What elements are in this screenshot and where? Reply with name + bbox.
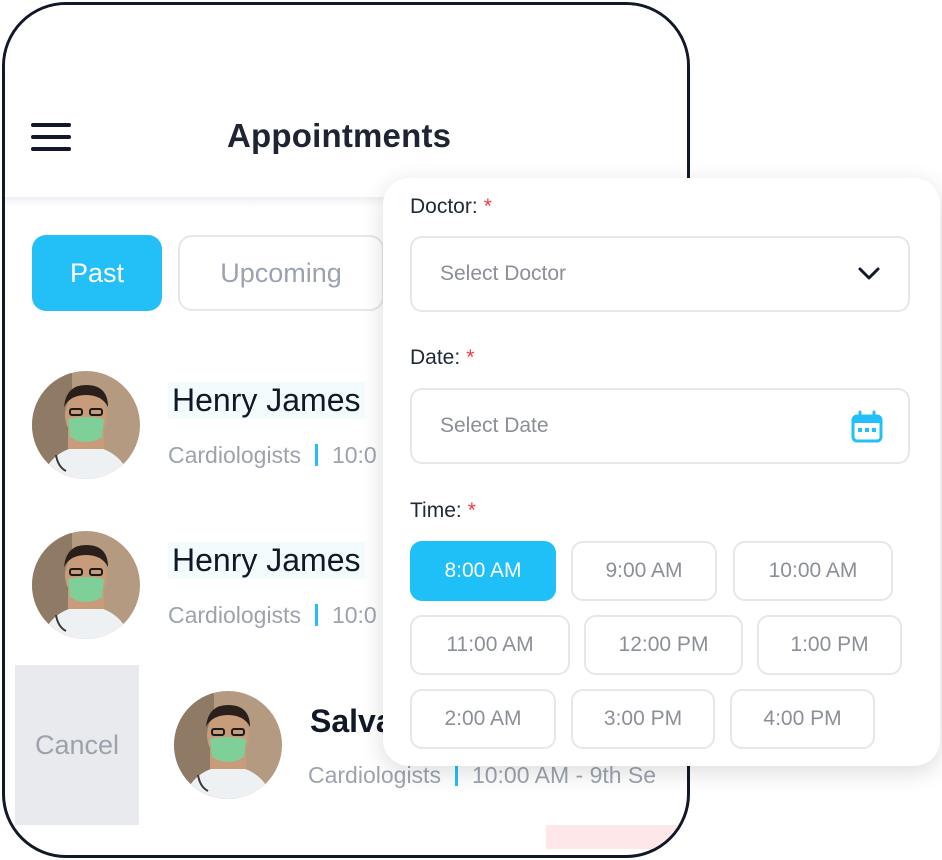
booking-form-card: Doctor: * Select Doctor Date: * Select Dat…: [383, 178, 940, 766]
doctor-name: Henry James: [168, 542, 365, 579]
doctor-placeholder: Select Doctor: [440, 262, 567, 285]
separator: [314, 604, 318, 626]
date-picker[interactable]: Select Date: [410, 388, 910, 464]
time-slot[interactable]: 3:00 PM: [571, 689, 715, 749]
chevron-down-icon[interactable]: [856, 264, 882, 289]
time-slot[interactable]: 11:00 AM: [410, 615, 570, 675]
required-mark: *: [467, 499, 476, 522]
appointment-meta: Cardiologists 10:00 AM - 9th Se: [308, 762, 656, 789]
time-label: Time: *: [410, 499, 476, 522]
cancel-button[interactable]: Cancel: [15, 665, 139, 825]
status-strip: [546, 825, 687, 849]
time-slot[interactable]: 10:00 AM: [733, 541, 893, 601]
specialty: Cardiologists: [168, 442, 301, 468]
appointment-meta: Cardiologists 10:0: [168, 442, 377, 469]
separator: [314, 444, 318, 466]
time-slot[interactable]: 4:00 PM: [730, 689, 875, 749]
required-mark: *: [466, 346, 475, 369]
doctor-select[interactable]: Select Doctor: [410, 236, 910, 312]
separator: [454, 764, 458, 786]
time-slot[interactable]: 9:00 AM: [571, 541, 717, 601]
time-slot[interactable]: 1:00 PM: [757, 615, 902, 675]
doctor-name: Henry James: [168, 382, 365, 419]
doctor-label: Doctor: *: [410, 195, 492, 218]
hamburger-icon[interactable]: [31, 120, 73, 154]
avatar: [32, 371, 140, 479]
calendar-icon[interactable]: [850, 410, 884, 449]
appointment-meta: Cardiologists 10:0: [168, 602, 377, 629]
appointment-time: 10:0: [331, 602, 377, 628]
app-header: Appointments: [5, 5, 687, 197]
page-title: Appointments: [227, 117, 452, 154]
tab-upcoming[interactable]: Upcoming: [178, 235, 384, 311]
appointment-time: 10:0: [331, 442, 377, 468]
time-slot[interactable]: 12:00 PM: [584, 615, 743, 675]
date-label: Date: *: [410, 346, 475, 369]
avatar: [32, 531, 140, 639]
tab-past[interactable]: Past: [32, 235, 162, 311]
time-slot[interactable]: 8:00 AM: [410, 541, 556, 601]
date-placeholder: Select Date: [440, 414, 549, 437]
specialty: Cardiologists: [168, 602, 301, 628]
required-mark: *: [483, 195, 492, 218]
avatar: [174, 691, 282, 799]
time-slot[interactable]: 2:00 AM: [410, 689, 556, 749]
